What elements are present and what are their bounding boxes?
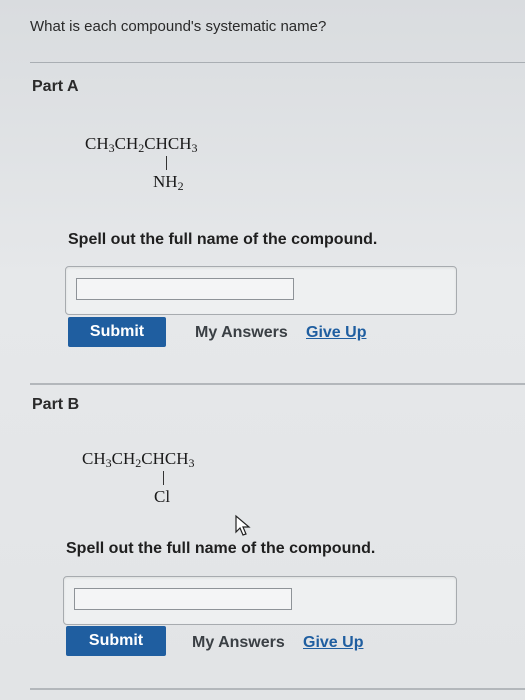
- divider: [30, 62, 525, 63]
- part-a-give-up-link[interactable]: Give Up: [306, 324, 366, 342]
- part-b-substituent: Cl: [154, 487, 171, 506]
- part-b-answer-input[interactable]: [74, 588, 292, 610]
- part-b-give-up-link[interactable]: Give Up: [303, 634, 363, 652]
- mouse-cursor-icon: [235, 514, 251, 536]
- part-b-instruction: Spell out the full name of the compound.: [66, 540, 376, 557]
- part-b-title: Part B: [32, 396, 80, 413]
- part-a-submit-button[interactable]: Submit: [68, 317, 166, 347]
- divider: [30, 688, 525, 690]
- part-b-my-answers-link[interactable]: My Answers: [192, 634, 285, 652]
- question-text: What is each compound's systematic name?: [30, 18, 327, 35]
- part-a-my-answers-link[interactable]: My Answers: [195, 324, 288, 342]
- part-b-formula: CH3CH2CHCH3: [82, 449, 195, 470]
- divider: [30, 383, 525, 385]
- part-b-submit-button[interactable]: Submit: [66, 626, 166, 656]
- part-a-bond: [166, 156, 167, 170]
- part-b-bond: [163, 471, 164, 485]
- part-a-instruction: Spell out the full name of the compound.: [68, 231, 378, 248]
- part-a-title: Part A: [32, 78, 79, 95]
- part-a-substituent: NH2: [153, 172, 184, 193]
- part-a-answer-input[interactable]: [76, 278, 294, 300]
- part-a-formula: CH3CH2CHCH3: [85, 134, 198, 155]
